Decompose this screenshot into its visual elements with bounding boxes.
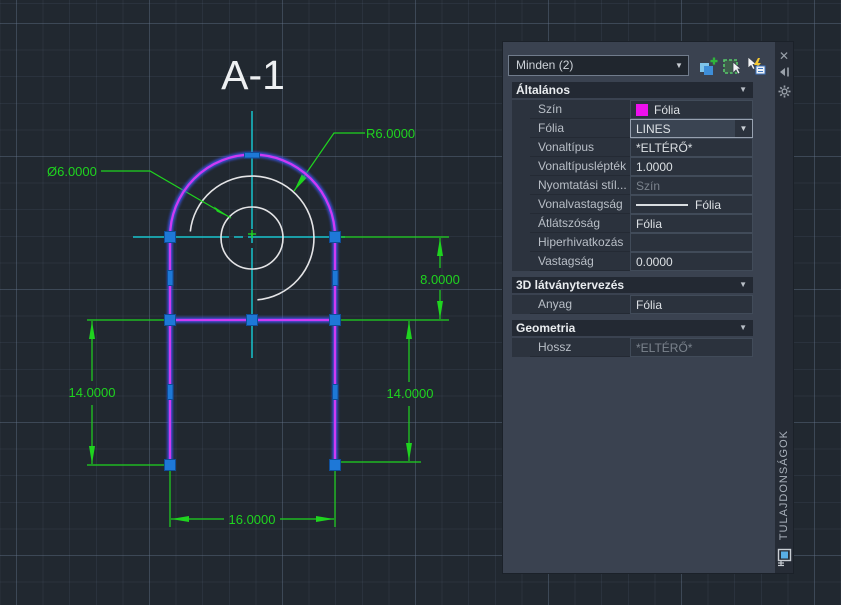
property-row-lineweight: Vonalvastagság Fólia bbox=[530, 195, 753, 214]
drawing-title: A-1 bbox=[221, 52, 285, 98]
palette-title-bar: ✕ TULAJDONSÁGOK bbox=[775, 42, 793, 573]
lineweight-sample-icon bbox=[636, 203, 688, 206]
close-icon[interactable]: ✕ bbox=[779, 50, 789, 62]
right-height-label: 14.0000 bbox=[387, 386, 434, 401]
section-header-general[interactable]: Általános ▼ bbox=[512, 82, 753, 98]
property-row-length: Hossz *ELTÉRŐ* bbox=[530, 338, 753, 357]
property-row-hyperlink: Hiperhivatkozás bbox=[530, 233, 753, 252]
width-label: 16.0000 bbox=[229, 512, 276, 527]
autocad-window: A-1 Ø6.0000 R6.0000 8.0000 14.0000 14.00… bbox=[0, 0, 841, 605]
section-header-3d[interactable]: 3D látványtervezés ▼ bbox=[512, 277, 753, 293]
property-row-color: Szín Fólia bbox=[530, 100, 753, 119]
chevron-down-icon[interactable]: ▼ bbox=[739, 277, 747, 293]
chevron-down-icon[interactable]: ▼ bbox=[739, 82, 747, 98]
palette-tab-title[interactable]: TULAJDONSÁGOK bbox=[778, 430, 790, 540]
property-row-plotstyle: Nyomtatási stíl... Szín bbox=[530, 176, 753, 195]
selection-combobox[interactable]: Minden (2) ▼ bbox=[508, 55, 689, 76]
3d-rows: Anyag Fólia bbox=[512, 295, 753, 314]
autohide-icon[interactable] bbox=[779, 67, 790, 80]
section-header-geometry[interactable]: Geometria ▼ bbox=[512, 320, 753, 336]
left-height-label: 14.0000 bbox=[69, 385, 116, 400]
select-objects-icon[interactable] bbox=[722, 56, 742, 76]
radius-label: R6.0000 bbox=[366, 126, 415, 141]
properties-palette: Minden (2) ▼ Általános ▼ Szín Fólia Fóli… bbox=[503, 42, 793, 573]
property-row-thickness: Vastagság 0.0000 bbox=[530, 252, 753, 271]
properties-body: Minden (2) ▼ Általános ▼ Szín Fólia Fóli… bbox=[503, 42, 775, 573]
dimension-labels: Ø6.0000 R6.0000 8.0000 14.0000 14.0000 1… bbox=[47, 126, 460, 527]
chevron-down-icon[interactable]: ▼ bbox=[739, 320, 747, 336]
properties-palette-icon[interactable] bbox=[776, 548, 792, 570]
color-swatch bbox=[636, 103, 648, 116]
property-row-layer: Fólia LINES ▼ bbox=[530, 119, 753, 138]
toggle-pickadd-icon[interactable] bbox=[698, 56, 718, 76]
quick-select-icon[interactable] bbox=[746, 55, 766, 76]
dimensions[interactable] bbox=[87, 132, 449, 527]
layer-dropdown[interactable]: LINES ▼ bbox=[630, 119, 753, 138]
selection-combobox-value: Minden (2) bbox=[516, 58, 574, 72]
property-row-linetype-scale: Vonaltípuslépték 1.0000 bbox=[530, 157, 753, 176]
property-row-linetype: Vonaltípus *ELTÉRŐ* bbox=[530, 138, 753, 157]
settings-gear-icon[interactable] bbox=[778, 85, 791, 101]
upper-height-label: 8.0000 bbox=[420, 272, 460, 287]
chevron-down-icon[interactable]: ▼ bbox=[670, 61, 688, 70]
property-row-transparency: Átlátszóság Fólia bbox=[530, 214, 753, 233]
diameter-label: Ø6.0000 bbox=[47, 164, 97, 179]
geometry-rows: Hossz *ELTÉRŐ* bbox=[512, 338, 753, 357]
chevron-down-icon[interactable]: ▼ bbox=[735, 120, 752, 137]
property-row-material: Anyag Fólia bbox=[530, 295, 753, 314]
general-rows: Szín Fólia Fólia LINES ▼ Vonaltípus *ELT… bbox=[512, 100, 753, 271]
